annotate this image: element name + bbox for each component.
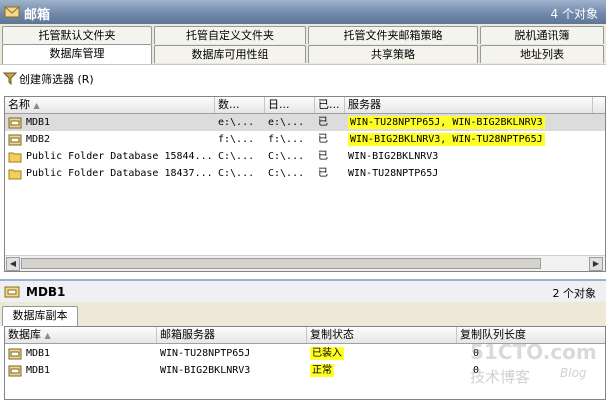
object-count: 4 个对象 [550,7,598,21]
log-path: e:\... [268,117,305,128]
column-more[interactable] [593,97,605,113]
filter-toolbar: 创建筛选器 (R) [0,64,606,93]
filter-icon [3,72,17,85]
mailbox-db-icon [8,348,22,360]
server-list: WIN-TU28NPTP65J [345,165,605,182]
database-path: f:\... [218,134,255,145]
database-path: e:\... [218,117,255,128]
copy-status-text: 已装入 [310,347,344,360]
column-copy-status[interactable]: 复制状态 [307,327,457,343]
copies-list-header: 数据库 ▲ 邮箱服务器 复制状态 复制队列长度 [5,327,605,344]
copy-queue-length: 0 [472,365,479,376]
server-list-text: WIN-TU28NPTP65J, WIN-BIG2BKLNRV3 [348,116,545,129]
table-row[interactable]: MDB2 f:\... f:\... 已 WIN-BIG2BKLNRV3, WIN-TU… [5,131,605,148]
sub-tab-strip: 数据库副本 [0,302,606,326]
copy-status: 已装入 [307,345,457,362]
copy-mailbox-server: WIN-BIG2BKLNRV3 [160,365,251,376]
mounted-flag: 已 [318,168,328,179]
create-filter-button[interactable]: 创建筛选器 (R) [19,71,94,87]
database-name: Public Folder Database 18437... [26,168,213,179]
column-copy-queue-length[interactable]: 复制队列长度 [457,327,605,343]
server-list-text: WIN-BIG2BKLNRV3 [348,151,439,162]
server-list: WIN-BIG2BKLNRV3, WIN-TU28NPTP65J [345,131,605,148]
column-database-path[interactable]: 数... [215,97,265,113]
tab-managed-folder-mailbox-policy[interactable]: 托管文件夹邮箱策略 [308,26,478,44]
column-mailbox-server[interactable]: 邮箱服务器 [157,327,307,343]
scroll-thumb[interactable] [21,258,541,269]
tab-managed-custom-folders[interactable]: 托管自定义文件夹 [154,26,306,44]
column-mounted[interactable]: 已... [315,97,345,113]
log-path: C:\... [268,151,305,162]
column-database[interactable]: 数据库 ▲ [5,327,157,343]
copy-database: MDB1 [26,348,51,359]
database-name: MDB1 [26,117,51,128]
copy-database: MDB1 [26,365,51,376]
result-pane-count: 2 个对象 [552,287,597,300]
table-row[interactable]: Public Folder Database 15844... C:\... C:\… [5,148,605,165]
table-row[interactable]: MDB1 WIN-TU28NPTP65J 已装入 0 [5,345,605,362]
server-list: WIN-BIG2BKLNRV3 [345,148,605,165]
database-list: 名称 ▲ 数... 日... 已... 服务器 MDB1 e:\... e:\...… [4,96,606,272]
scroll-left-button[interactable]: ◀ [6,257,20,271]
mailbox-db-icon [8,365,22,377]
copy-status: 正常 [307,362,457,379]
table-row[interactable]: MDB1 WIN-BIG2BKLNRV3 正常 0 [5,362,605,379]
mailbox-db-icon [8,117,22,129]
database-list-header: 名称 ▲ 数... 日... 已... 服务器 [5,97,605,114]
horizontal-scrollbar[interactable]: ◀ ▶ [5,255,605,271]
column-servers[interactable]: 服务器 [345,97,593,113]
result-pane-title: MDB1 [26,285,66,299]
log-path: f:\... [268,134,305,145]
table-row[interactable]: MDB1 e:\... e:\... 已 WIN-TU28NPTP65J, WIN-BI… [5,114,605,131]
window-title-bar: 邮箱 4 个对象 [0,0,606,24]
copy-queue-length: 0 [472,348,479,359]
mounted-flag: 已 [318,117,328,128]
public-folder-db-icon [8,169,22,180]
tab-managed-default-folders[interactable]: 托管默认文件夹 [2,26,152,44]
tab-offline-address-book[interactable]: 脱机通讯簿 [480,26,604,44]
log-path: C:\... [268,168,305,179]
column-name[interactable]: 名称 ▲ [5,97,215,113]
scroll-right-button[interactable]: ▶ [589,257,603,271]
result-pane-header: MDB1 2 个对象 [0,279,606,303]
window-title: 邮箱 [24,8,51,23]
server-list-text: WIN-BIG2BKLNRV3, WIN-TU28NPTP65J [348,133,545,146]
database-path: C:\... [218,151,255,162]
server-list-text: WIN-TU28NPTP65J [348,168,439,179]
tab-database-management[interactable]: 数据库管理 [2,44,152,64]
copy-mailbox-server: WIN-TU28NPTP65J [160,348,251,359]
tab-address-lists[interactable]: 地址列表 [480,45,604,63]
mailbox-db-icon [8,134,22,146]
database-name: Public Folder Database 15844... [26,151,213,162]
database-name: MDB2 [26,134,51,145]
tab-database-availability-group[interactable]: 数据库可用性组 [154,45,306,63]
mailbox-db-icon [4,286,20,298]
table-row[interactable]: Public Folder Database 18437... C:\... C:\… [5,165,605,182]
tab-strip: 托管默认文件夹 托管自定义文件夹 托管文件夹邮箱策略 脱机通讯簿 数据库管理 数… [0,24,606,64]
mailbox-icon [4,6,20,18]
tab-sharing-policy[interactable]: 共享策略 [308,45,478,63]
database-copies-list: 数据库 ▲ 邮箱服务器 复制状态 复制队列长度 MDB1 WIN-TU28NPTP… [4,326,606,400]
copy-status-text: 正常 [310,364,334,377]
public-folder-db-icon [8,152,22,163]
database-path: C:\... [218,168,255,179]
mounted-flag: 已 [318,134,328,145]
tab-database-copies[interactable]: 数据库副本 [2,306,78,326]
server-list: WIN-TU28NPTP65J, WIN-BIG2BKLNRV3 [345,114,605,131]
mounted-flag: 已 [318,151,328,162]
column-log-path[interactable]: 日... [265,97,315,113]
